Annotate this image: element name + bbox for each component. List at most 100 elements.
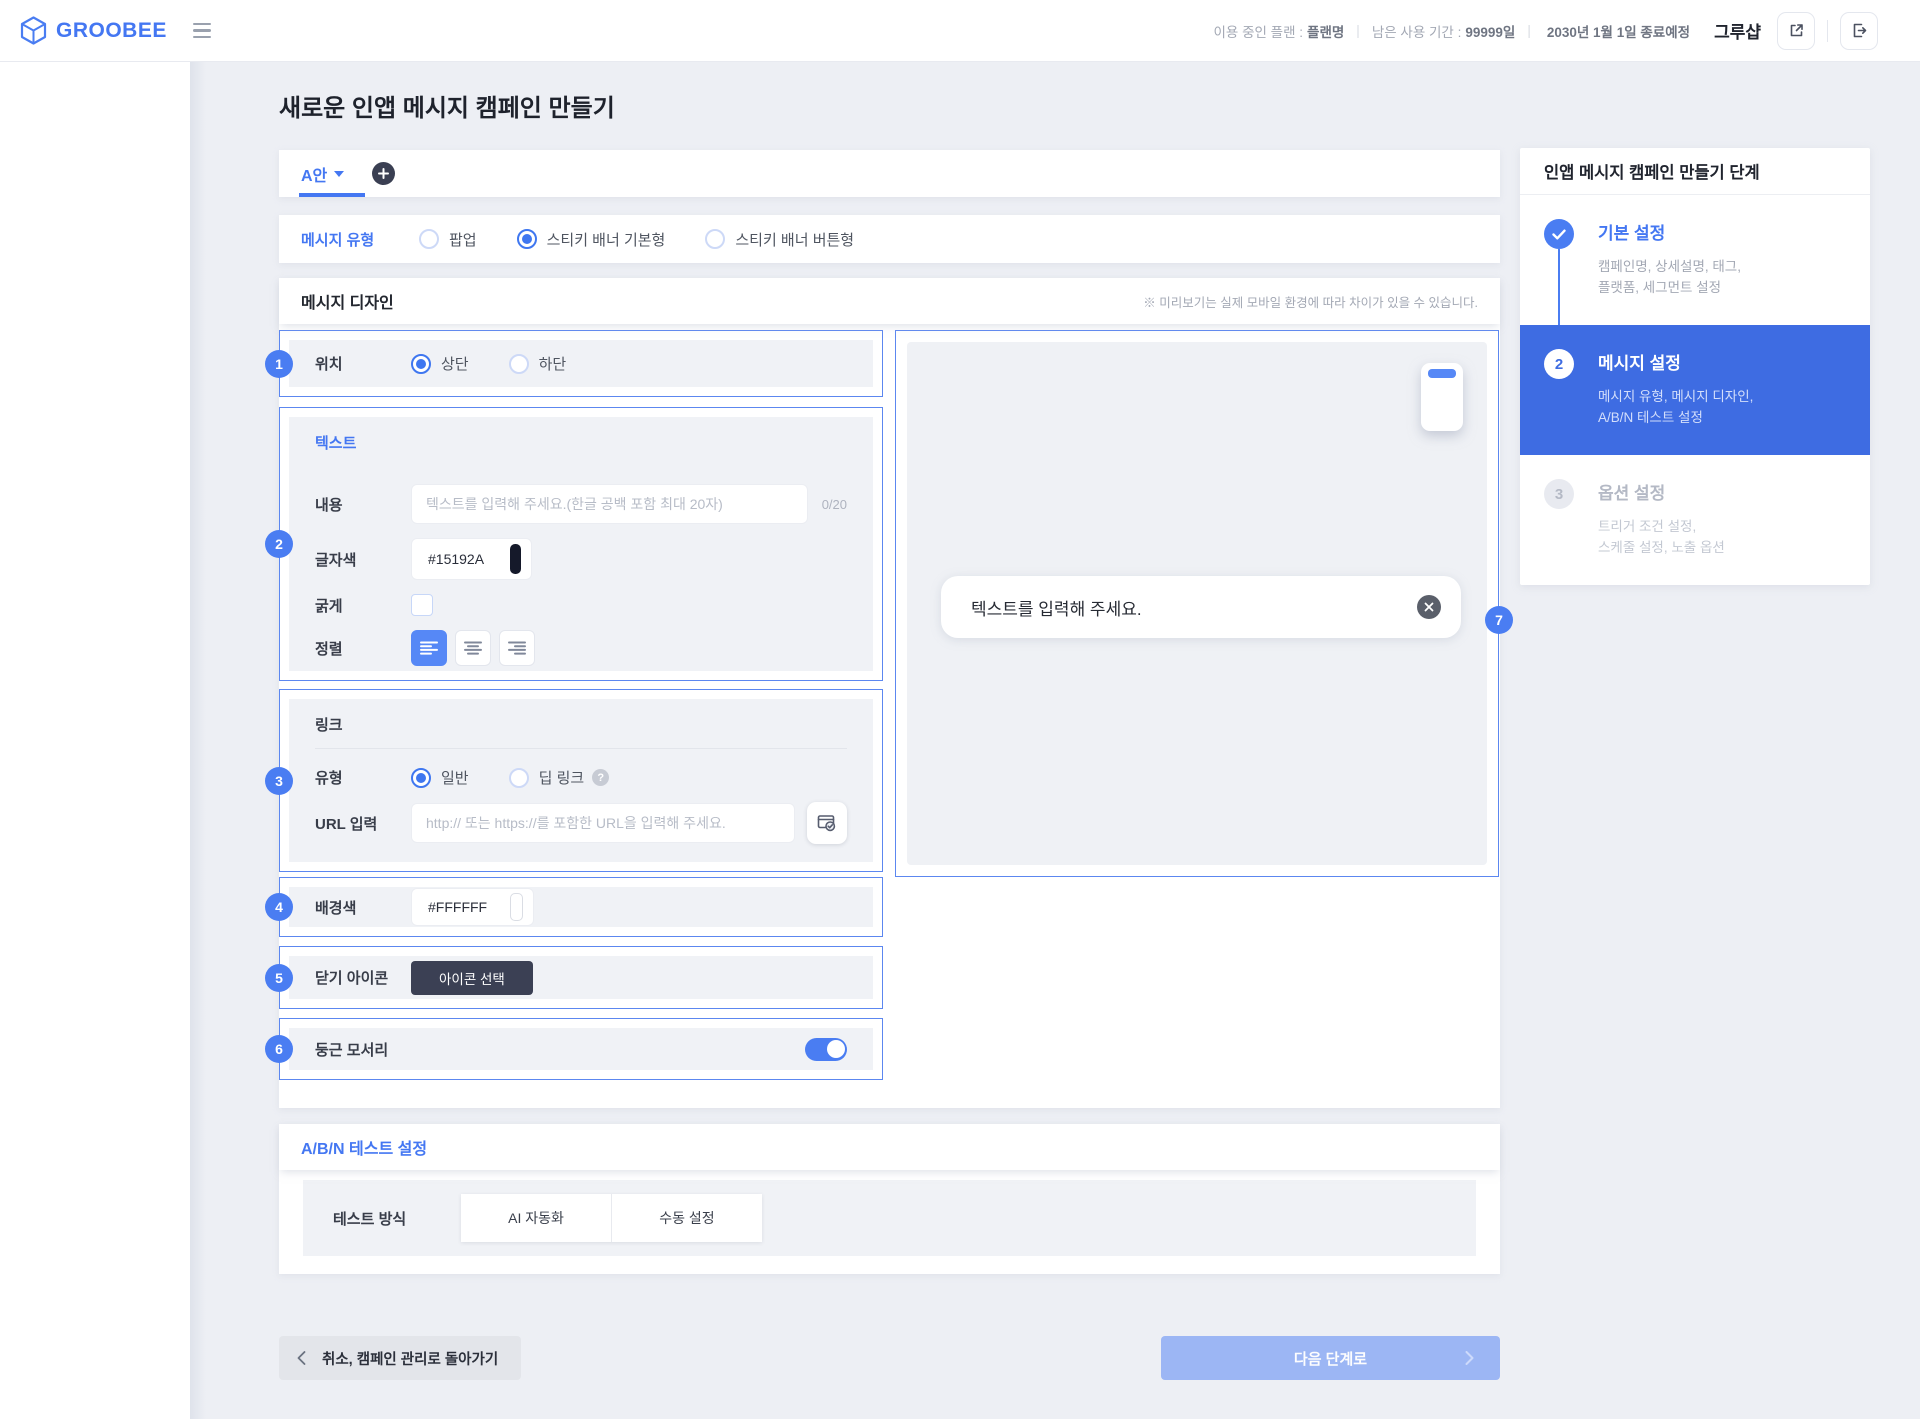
- url-input[interactable]: [411, 803, 795, 843]
- radio-unselected-icon: [509, 354, 529, 374]
- message-type-option-popup[interactable]: 팝업: [419, 229, 477, 250]
- abn-card-header: A/B/N 테스트 설정: [279, 1124, 1500, 1170]
- step-body: 메시지 설정 메시지 유형, 메시지 디자인, A/B/N 테스트 설정: [1598, 349, 1753, 455]
- cancel-button-label: 취소, 캠페인 관리로 돌아가기: [322, 1348, 498, 1369]
- abn-method-label: 테스트 방식: [333, 1208, 451, 1229]
- abn-option-ai-auto[interactable]: AI 자동화: [461, 1194, 612, 1242]
- step-option-settings[interactable]: 3 옵션 설정 트리거 조건 설정, 스케줄 설정, 노출 옵션: [1520, 455, 1870, 585]
- next-step-button[interactable]: 다음 단계로: [1161, 1336, 1500, 1380]
- open-workspace-button[interactable]: [1777, 12, 1815, 50]
- text-color-input[interactable]: [426, 550, 510, 568]
- text-color-picker[interactable]: [411, 538, 532, 580]
- text-content-input[interactable]: [411, 484, 808, 524]
- page-title: 새로운 인앱 메시지 캠페인 만들기: [279, 88, 615, 123]
- position-option-top[interactable]: 상단: [411, 353, 469, 374]
- step-basic-settings[interactable]: 기본 설정 캠페인명, 상세설명, 태그, 플랫폼, 세그먼트 설정: [1520, 195, 1870, 325]
- plus-icon: [378, 168, 389, 179]
- background-color-input[interactable]: [426, 898, 510, 916]
- radio-label: 하단: [539, 353, 567, 374]
- add-variant-button[interactable]: [372, 162, 395, 185]
- text-color-swatch[interactable]: [510, 544, 521, 574]
- preview-screen: 텍스트를 입력해 주세요.: [907, 342, 1487, 865]
- cancel-button[interactable]: 취소, 캠페인 관리로 돌아가기: [279, 1336, 521, 1380]
- groobee-logo[interactable]: GROOBEE: [20, 16, 167, 45]
- message-type-label: 메시지 유형: [301, 229, 419, 250]
- section-number-badge: 3: [265, 767, 293, 795]
- usage-info: 남은 사용 기간 :99999일: [1372, 21, 1516, 41]
- tab-variant-a[interactable]: A안: [279, 150, 360, 197]
- link-section-title: 링크: [315, 714, 847, 735]
- preview-banner[interactable]: 텍스트를 입력해 주세요.: [941, 576, 1461, 638]
- step-done-check-icon: [1544, 219, 1574, 249]
- external-link-icon: [1788, 22, 1805, 39]
- message-type-option-sticky-basic[interactable]: 스티키 배너 기본형: [517, 229, 666, 250]
- chevron-right-icon: [1465, 1351, 1474, 1365]
- align-right-button[interactable]: [499, 630, 535, 666]
- abn-test-card: A/B/N 테스트 설정 테스트 방식 AI 자동화 수동 설정: [279, 1124, 1500, 1274]
- background-color-swatch[interactable]: [510, 893, 523, 921]
- radio-selected-icon: [517, 229, 537, 249]
- help-question-icon[interactable]: ?: [592, 769, 609, 786]
- step-body: 옵션 설정 트리거 조건 설정, 스케줄 설정, 노출 옵션: [1598, 479, 1725, 585]
- text-section-title: 텍스트: [315, 432, 847, 453]
- campaign-steps-panel: 인앱 메시지 캠페인 만들기 단계 기본 설정 캠페인명, 상세설명, 태그, …: [1520, 148, 1870, 585]
- divider: [1827, 20, 1828, 42]
- select-icon-button[interactable]: 아이콘 선택: [411, 961, 533, 995]
- chevron-left-icon: [297, 1351, 306, 1365]
- step-description: 트리거 조건 설정, 스케줄 설정, 노출 옵션: [1598, 517, 1725, 559]
- step-message-settings[interactable]: 2 메시지 설정 메시지 유형, 메시지 디자인, A/B/N 테스트 설정: [1520, 325, 1870, 455]
- tab-variant-a-label: A안: [301, 162, 327, 186]
- align-left-icon: [420, 641, 438, 655]
- plan-value: 플랜명: [1307, 21, 1344, 41]
- phone-position-thumbnail[interactable]: [1421, 363, 1463, 431]
- radio-unselected-icon: [509, 768, 529, 788]
- preview-banner-close-button[interactable]: [1417, 595, 1441, 619]
- step-number-badge: 3: [1544, 479, 1574, 509]
- active-tab-underline: [299, 193, 365, 197]
- section-background: 4 배경색: [279, 877, 883, 937]
- menu-hamburger-icon[interactable]: [193, 23, 211, 39]
- url-check-button[interactable]: [807, 802, 847, 844]
- section-number-badge: 5: [265, 964, 293, 992]
- link-type-row: 유형 일반 딥 링크 ?: [315, 767, 847, 788]
- preview-banner-text: 텍스트를 입력해 주세요.: [971, 595, 1417, 620]
- align-label: 정렬: [315, 638, 411, 659]
- link-url-row: URL 입력: [315, 802, 847, 844]
- variant-tab-bar: A안: [279, 150, 1500, 197]
- step-title: 메시지 설정: [1598, 349, 1753, 379]
- align-center-button[interactable]: [455, 630, 491, 666]
- section-number-badge: 4: [265, 893, 293, 921]
- next-button-label: 다음 단계로: [1294, 1348, 1367, 1369]
- align-left-button[interactable]: [411, 630, 447, 666]
- message-type-bar: 메시지 유형 팝업 스티키 배너 기본형 스티키 배너 버튼형: [279, 215, 1500, 263]
- background-color-picker[interactable]: [411, 888, 534, 926]
- header-right: 이용 중인 플랜 :플랜명 | 남은 사용 기간 :99999일 | 2030년…: [1214, 12, 1879, 50]
- close-icon-row: 닫기 아이콘 아이콘 선택: [289, 956, 873, 999]
- step-description: 캠페인명, 상세설명, 태그, 플랫폼, 세그먼트 설정: [1598, 257, 1741, 299]
- link-type-label: 유형: [315, 767, 411, 788]
- link-type-option-normal[interactable]: 일반: [411, 767, 469, 788]
- close-icon-label: 닫기 아이콘: [315, 967, 411, 988]
- logout-button[interactable]: [1840, 12, 1878, 50]
- divider: [315, 748, 847, 749]
- banner-position-indicator: [1428, 369, 1456, 378]
- position-option-bottom[interactable]: 하단: [509, 353, 567, 374]
- abn-option-manual[interactable]: 수동 설정: [612, 1194, 762, 1242]
- radio-label: 스티키 배너 버튼형: [735, 229, 854, 250]
- plan-label: 이용 중인 플랜 :: [1214, 21, 1304, 41]
- section-text: 2 텍스트 내용 0/20 글자색 굵게: [279, 407, 883, 681]
- close-icon: [1424, 602, 1434, 612]
- link-type-option-deeplink[interactable]: 딥 링크 ?: [509, 767, 610, 788]
- message-type-option-sticky-button[interactable]: 스티키 배너 버튼형: [705, 229, 854, 250]
- position-label: 위치: [315, 353, 411, 374]
- bold-label: 굵게: [315, 595, 411, 616]
- message-preview-panel: 7 텍스트를 입력해 주세요.: [895, 330, 1499, 877]
- workspace-name: 그루샵: [1714, 18, 1761, 43]
- char-counter: 0/20: [822, 497, 847, 512]
- step-title: 옵션 설정: [1598, 479, 1725, 509]
- bold-checkbox[interactable]: [411, 594, 433, 616]
- abn-title: A/B/N 테스트 설정: [301, 1135, 427, 1159]
- rounded-corner-toggle-on[interactable]: [805, 1038, 847, 1061]
- section-link: 3 링크 유형 일반 딥 링크 ? URL 입: [279, 689, 883, 872]
- section-close-icon: 5 닫기 아이콘 아이콘 선택: [279, 946, 883, 1009]
